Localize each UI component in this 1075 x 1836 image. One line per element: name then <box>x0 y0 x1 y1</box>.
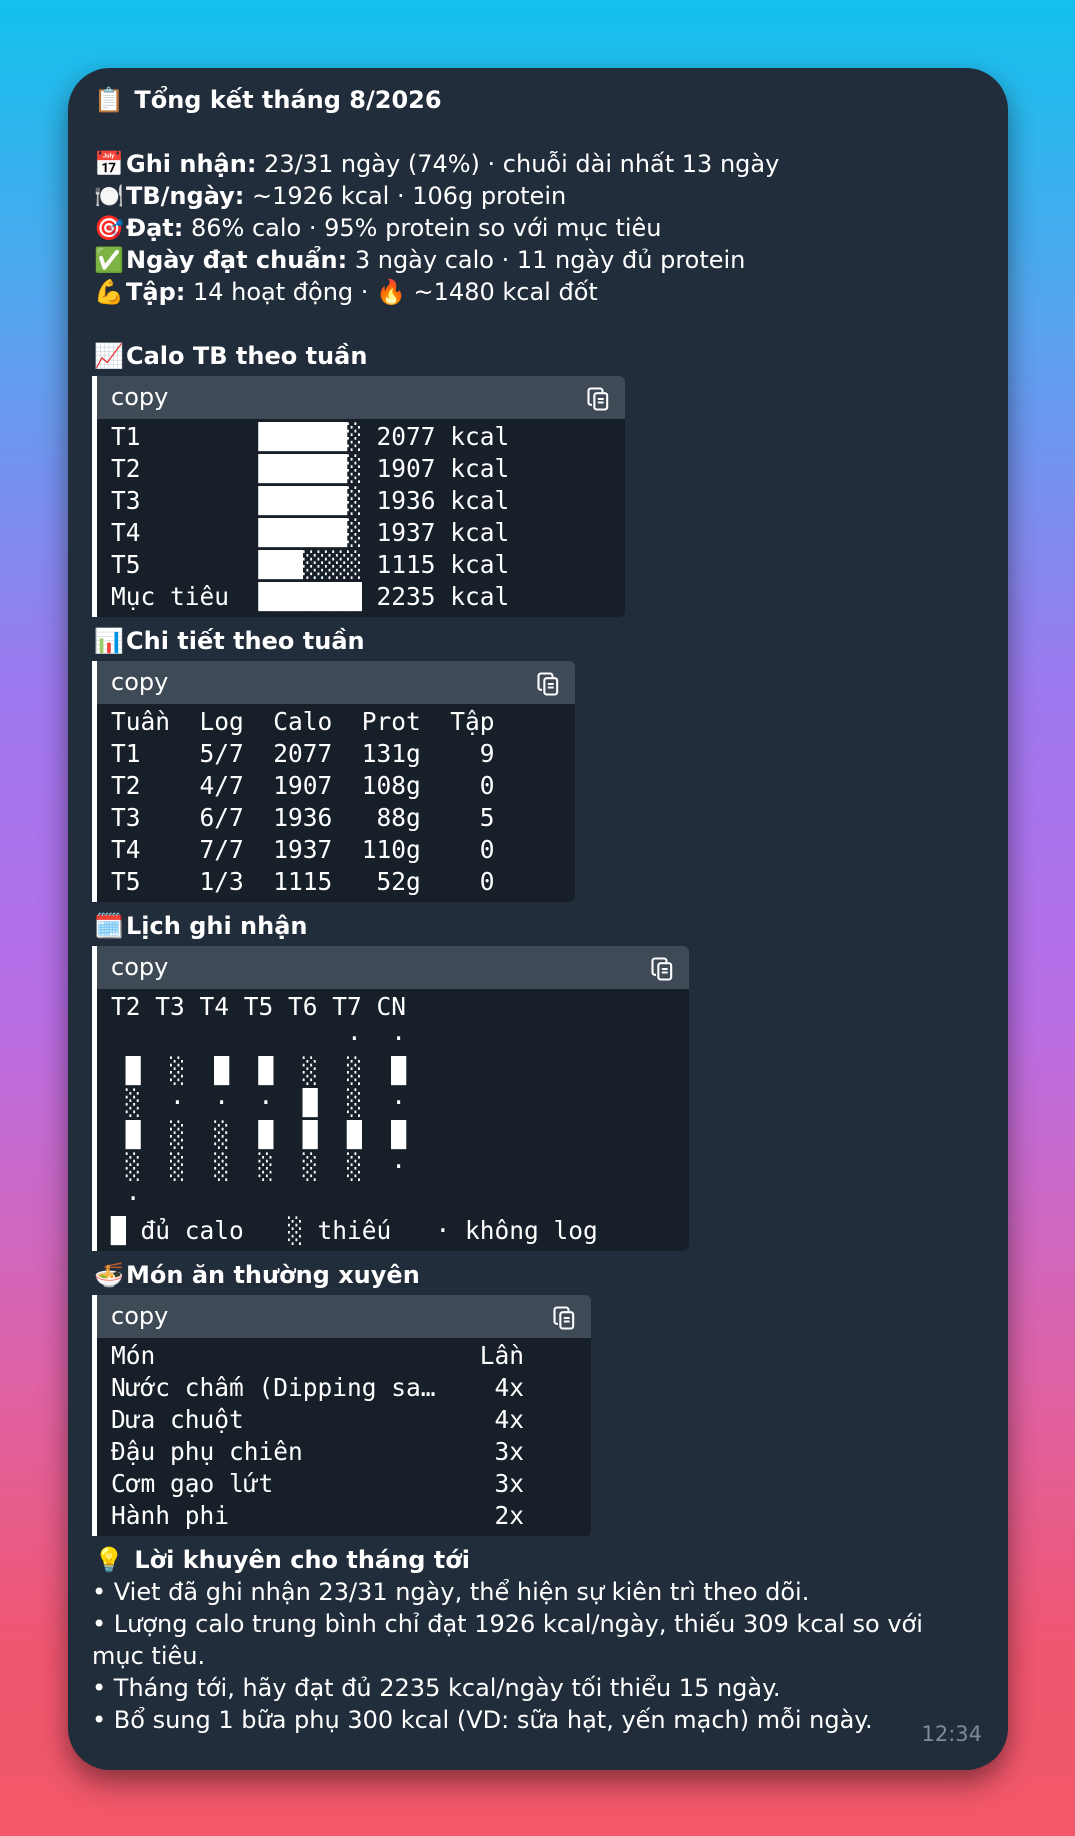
advice-item: • Tháng tới, hãy đạt đủ 2235 kcal/ngày t… <box>92 1674 781 1702</box>
code-block: copy Tuần Log Calo Prot Tập T1 5/7 2077 1… <box>92 661 575 902</box>
code-language-label: copy <box>111 668 169 696</box>
message-timestamp: 12:34 <box>921 1722 982 1746</box>
code-block-body: T2 T3 T4 T5 T6 T7 CN · · █ ░ █ █ ░ ░ █ ░… <box>97 989 689 1251</box>
code-block-header: copy <box>97 376 625 419</box>
stat-label: TB/ngày: <box>126 182 245 210</box>
code-text: Món Lần Nước chấm (Dipping sa… 4x Dưa ch… <box>111 1341 525 1530</box>
section-emoji-icon: 📈 <box>94 342 124 370</box>
section-title-text: Calo TB theo tuần <box>126 342 368 370</box>
summary-title: 📋 Tổng kết tháng 8/2026 <box>92 84 984 116</box>
copy-icon[interactable] <box>585 384 613 412</box>
stat-emoji-icon: 🍽️ <box>94 182 124 210</box>
advice-title: 💡 Lời khuyên cho tháng tới <box>92 1544 984 1576</box>
code-text: T2 T3 T4 T5 T6 T7 CN · · █ ░ █ █ ░ ░ █ ░… <box>111 992 598 1245</box>
advice-item: • Bổ sung 1 bữa phụ 300 kcal (VD: sữa hạ… <box>92 1706 873 1734</box>
stat-label: Tập: <box>126 278 186 306</box>
section-title: 🗓️Lịch ghi nhận <box>92 910 984 942</box>
code-block: copy Món Lần Nước chấm (Dipping sa… 4x Dư… <box>92 1295 591 1536</box>
stat-label: Ngày đạt chuẩn: <box>126 246 348 274</box>
code-language-label: copy <box>111 383 169 411</box>
section-emoji-icon: 🗓️ <box>94 912 124 940</box>
copy-icon[interactable] <box>535 669 563 697</box>
stat-row: 🍽️TB/ngày: ~1926 kcal · 106g protein <box>92 180 984 212</box>
section-title-text: Món ăn thường xuyên <box>126 1261 420 1289</box>
code-block: copy T1 ██████░ 2077 kcal T2 ██████░ 1907… <box>92 376 625 617</box>
advice-item: • Lượng calo trung bình chỉ đạt 1926 kca… <box>92 1610 923 1670</box>
code-text: Tuần Log Calo Prot Tập T1 5/7 2077 131g … <box>111 707 495 896</box>
stat-value: 14 hoạt động · 🔥 ~1480 kcal đốt <box>185 278 598 306</box>
stat-emoji-icon: 📅 <box>94 150 124 178</box>
sections-container: 📈Calo TB theo tuần copy T1 ██████░ 2077 kc… <box>92 340 984 1536</box>
section-title: 📈Calo TB theo tuần <box>92 340 984 372</box>
section-title-text: Lịch ghi nhận <box>126 912 308 940</box>
message-bubble: 📋 Tổng kết tháng 8/2026 📅Ghi nhận: 23/31… <box>68 68 1008 1770</box>
code-block-body: Món Lần Nước chấm (Dipping sa… 4x Dưa ch… <box>97 1338 591 1536</box>
code-block-body: Tuần Log Calo Prot Tập T1 5/7 2077 131g … <box>97 704 575 902</box>
stat-value: 86% calo · 95% protein so với mục tiêu <box>183 214 662 242</box>
section-title: 🍜Món ăn thường xuyên <box>92 1259 984 1291</box>
advice-title-text: Lời khuyên cho tháng tới <box>134 1546 470 1574</box>
lightbulb-icon: 💡 <box>94 1546 124 1574</box>
stat-row: ✅Ngày đạt chuẩn: 3 ngày calo · 11 ngày đ… <box>92 244 984 276</box>
stat-label: Ghi nhận: <box>126 150 257 178</box>
stat-value: ~1926 kcal · 106g protein <box>244 182 567 210</box>
stat-emoji-icon: 🎯 <box>94 214 124 242</box>
code-block-header: copy <box>97 661 575 704</box>
stat-row: 📅Ghi nhận: 23/31 ngày (74%) · chuỗi dài … <box>92 148 984 180</box>
stat-row: 💪Tập: 14 hoạt động · 🔥 ~1480 kcal đốt <box>92 276 984 308</box>
stat-emoji-icon: ✅ <box>94 246 124 274</box>
stat-value: 3 ngày calo · 11 ngày đủ protein <box>347 246 746 274</box>
copy-icon[interactable] <box>649 954 677 982</box>
code-block: copy T2 T3 T4 T5 T6 T7 CN · · █ ░ █ █ ░ ░… <box>92 946 689 1251</box>
section-title-text: Chi tiết theo tuần <box>126 627 365 655</box>
code-block-header: copy <box>97 946 689 989</box>
section-emoji-icon: 📊 <box>94 627 124 655</box>
copy-icon[interactable] <box>551 1303 579 1331</box>
clipboard-icon: 📋 <box>94 86 124 114</box>
advice-item: • Viet đã ghi nhận 23/31 ngày, thể hiện … <box>92 1578 810 1606</box>
stat-label: Đạt: <box>126 214 184 242</box>
stat-emoji-icon: 💪 <box>94 278 124 306</box>
code-language-label: copy <box>111 953 169 981</box>
stat-row: 🎯Đạt: 86% calo · 95% protein so với mục … <box>92 212 984 244</box>
code-block-body: T1 ██████░ 2077 kcal T2 ██████░ 1907 kca… <box>97 419 625 617</box>
code-language-label: copy <box>111 1302 169 1330</box>
section-title: 📊Chi tiết theo tuần <box>92 625 984 657</box>
stats-list: 📅Ghi nhận: 23/31 ngày (74%) · chuỗi dài … <box>92 148 984 308</box>
code-text: T1 ██████░ 2077 kcal T2 ██████░ 1907 kca… <box>111 422 510 611</box>
section-emoji-icon: 🍜 <box>94 1261 124 1289</box>
code-block-header: copy <box>97 1295 591 1338</box>
advice-list: • Viet đã ghi nhận 23/31 ngày, thể hiện … <box>92 1576 972 1736</box>
stat-value: 23/31 ngày (74%) · chuỗi dài nhất 13 ngà… <box>256 150 780 178</box>
summary-title-text: Tổng kết tháng 8/2026 <box>134 86 442 114</box>
